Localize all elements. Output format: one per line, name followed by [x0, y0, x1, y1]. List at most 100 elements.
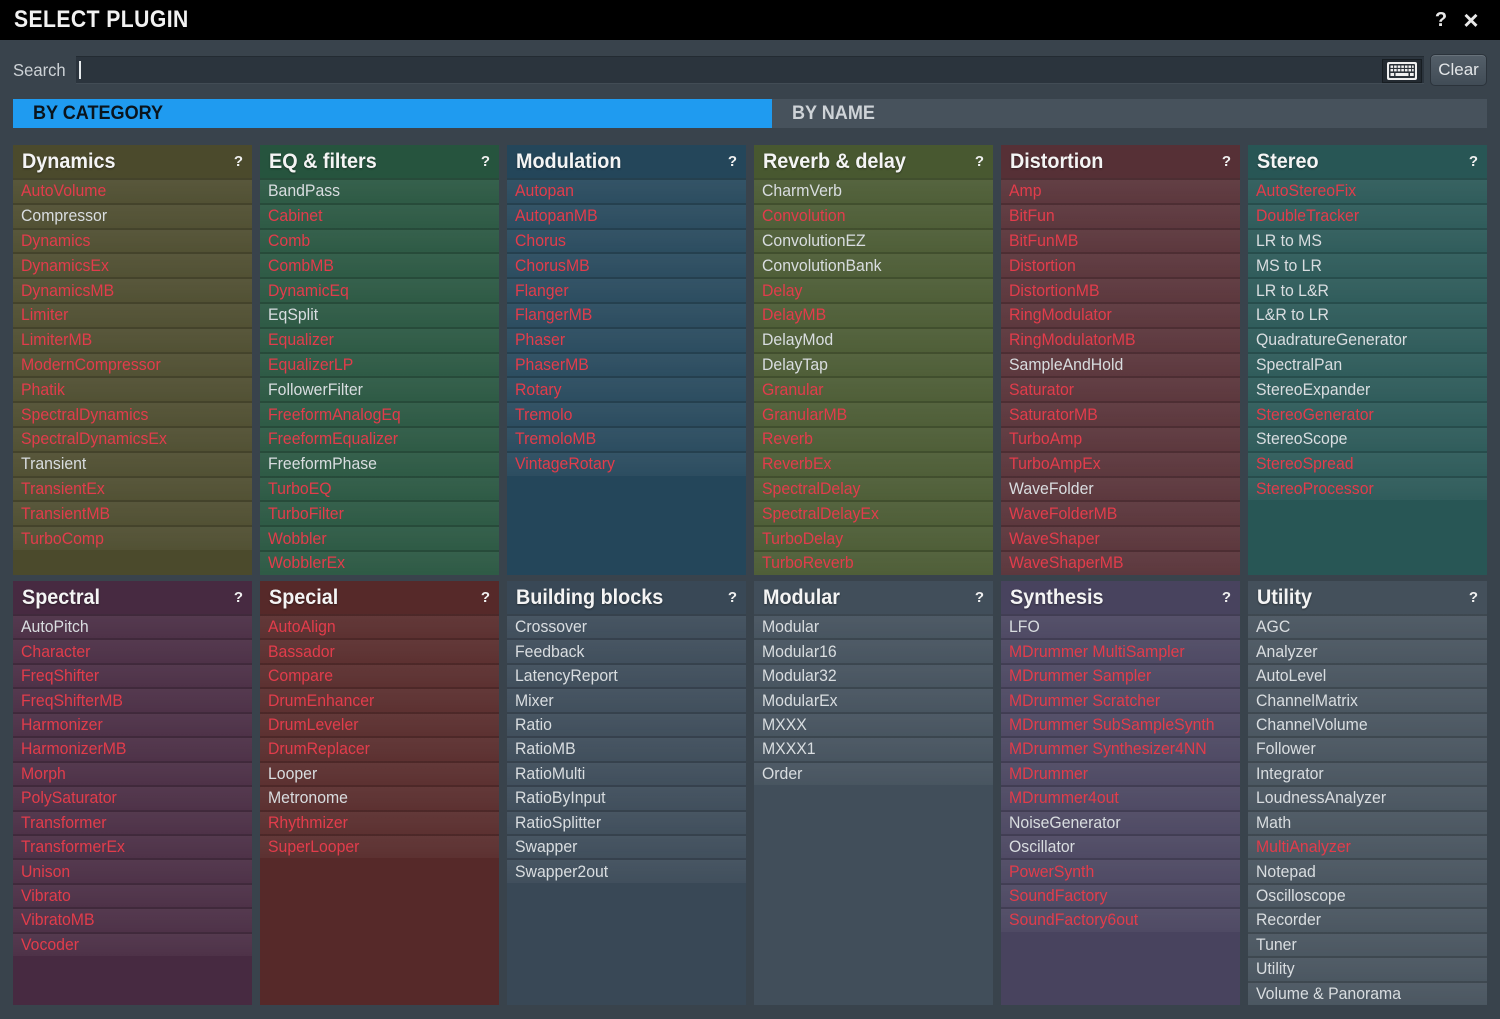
plugin-item[interactable]: Vocoder [13, 932, 252, 956]
help-icon[interactable]: ? [1222, 153, 1231, 170]
plugin-item[interactable]: ConvolutionEZ [754, 228, 993, 253]
plugin-item[interactable]: Integrator [1248, 761, 1487, 785]
help-icon[interactable]: ? [481, 589, 490, 606]
plugin-item[interactable]: DoubleTracker [1248, 203, 1487, 228]
plugin-item[interactable]: MDrummer Synthesizer4NN [1001, 736, 1240, 760]
plugin-item[interactable]: Granular [754, 376, 993, 401]
plugin-item[interactable]: TurboDelay [754, 525, 993, 550]
plugin-item[interactable]: Math [1248, 810, 1487, 834]
plugin-item[interactable]: SuperLooper [260, 834, 499, 858]
plugin-item[interactable]: DelayMB [754, 302, 993, 327]
plugin-item[interactable]: Reverb [754, 426, 993, 451]
plugin-item[interactable]: LFO [1001, 614, 1240, 638]
help-icon[interactable]: ? [1222, 589, 1231, 606]
plugin-item[interactable]: StereoGenerator [1248, 401, 1487, 426]
help-icon[interactable]: ? [234, 153, 243, 170]
plugin-item[interactable]: Feedback [507, 638, 746, 662]
plugin-item[interactable]: Phaser [507, 327, 746, 352]
plugin-item[interactable]: Rhythmizer [260, 810, 499, 834]
plugin-item[interactable]: Modular [754, 614, 993, 638]
help-icon[interactable]: ? [1469, 153, 1478, 170]
plugin-item[interactable]: Utility [1248, 956, 1487, 980]
tab-by-name[interactable]: BY NAME [772, 99, 1487, 128]
plugin-item[interactable]: ModernCompressor [13, 352, 252, 377]
plugin-item[interactable]: EqSplit [260, 302, 499, 327]
plugin-item[interactable]: SaturatorMB [1001, 401, 1240, 426]
plugin-item[interactable]: ChorusMB [507, 252, 746, 277]
plugin-item[interactable]: TurboComp [13, 525, 252, 550]
plugin-item[interactable]: Swapper2out [507, 858, 746, 882]
plugin-item[interactable]: TurboEQ [260, 476, 499, 501]
plugin-item[interactable]: WaveFolderMB [1001, 500, 1240, 525]
plugin-item[interactable]: GranularMB [754, 401, 993, 426]
plugin-item[interactable]: Morph [13, 761, 252, 785]
help-icon[interactable]: ? [1469, 589, 1478, 606]
help-icon[interactable]: ? [481, 153, 490, 170]
search-input[interactable] [76, 56, 1424, 84]
plugin-item[interactable]: Volume & Panorama [1248, 981, 1487, 1005]
plugin-item[interactable]: DynamicEq [260, 277, 499, 302]
plugin-item[interactable]: Transient [13, 451, 252, 476]
plugin-item[interactable]: SpectralDelayEx [754, 500, 993, 525]
plugin-item[interactable]: MXXX1 [754, 736, 993, 760]
plugin-item[interactable]: Modular16 [754, 638, 993, 662]
help-icon[interactable]: ? [975, 589, 984, 606]
plugin-item[interactable]: Transformer [13, 810, 252, 834]
plugin-item[interactable]: ChannelVolume [1248, 712, 1487, 736]
help-icon[interactable]: ? [1426, 5, 1456, 35]
plugin-item[interactable]: Tuner [1248, 932, 1487, 956]
plugin-item[interactable]: AutoAlign [260, 614, 499, 638]
plugin-item[interactable]: DrumEnhancer [260, 687, 499, 711]
plugin-item[interactable]: WaveShaperMB [1001, 550, 1240, 575]
plugin-item[interactable]: DrumLeveler [260, 712, 499, 736]
clear-button[interactable]: Clear [1430, 54, 1487, 86]
plugin-item[interactable]: Swapper [507, 834, 746, 858]
plugin-item[interactable]: ConvolutionBank [754, 252, 993, 277]
plugin-item[interactable]: ChannelMatrix [1248, 687, 1487, 711]
close-icon[interactable]: × [1456, 5, 1486, 35]
plugin-item[interactable]: Recorder [1248, 907, 1487, 931]
plugin-item[interactable]: Oscilloscope [1248, 883, 1487, 907]
plugin-item[interactable]: SoundFactory [1001, 883, 1240, 907]
plugin-item[interactable]: FreeformPhase [260, 451, 499, 476]
plugin-item[interactable]: BitFun [1001, 203, 1240, 228]
plugin-item[interactable]: TransformerEx [13, 834, 252, 858]
plugin-item[interactable]: Analyzer [1248, 638, 1487, 662]
plugin-item[interactable]: DynamicsMB [13, 277, 252, 302]
plugin-item[interactable]: VibratoMB [13, 907, 252, 931]
plugin-item[interactable]: PowerSynth [1001, 858, 1240, 882]
plugin-item[interactable]: NoiseGenerator [1001, 810, 1240, 834]
plugin-item[interactable]: DelayMod [754, 327, 993, 352]
plugin-item[interactable]: Delay [754, 277, 993, 302]
plugin-item[interactable]: FlangerMB [507, 302, 746, 327]
plugin-item[interactable]: DrumReplacer [260, 736, 499, 760]
plugin-item[interactable]: CharmVerb [754, 178, 993, 203]
plugin-item[interactable]: AutoLevel [1248, 663, 1487, 687]
plugin-item[interactable]: LatencyReport [507, 663, 746, 687]
plugin-item[interactable]: WobblerEx [260, 550, 499, 575]
plugin-item[interactable]: Chorus [507, 228, 746, 253]
help-icon[interactable]: ? [975, 153, 984, 170]
plugin-item[interactable]: MDrummer Sampler [1001, 663, 1240, 687]
plugin-item[interactable]: PolySaturator [13, 785, 252, 809]
plugin-item[interactable]: DelayTap [754, 352, 993, 377]
plugin-item[interactable]: Wobbler [260, 525, 499, 550]
plugin-item[interactable]: Character [13, 638, 252, 662]
plugin-item[interactable]: SampleAndHold [1001, 352, 1240, 377]
plugin-item[interactable]: Cabinet [260, 203, 499, 228]
plugin-item[interactable]: LR to MS [1248, 228, 1487, 253]
plugin-item[interactable]: EqualizerLP [260, 352, 499, 377]
plugin-item[interactable]: MDrummer4out [1001, 785, 1240, 809]
plugin-item[interactable]: Autopan [507, 178, 746, 203]
plugin-item[interactable]: FreqShifter [13, 663, 252, 687]
plugin-item[interactable]: ReverbEx [754, 451, 993, 476]
plugin-item[interactable]: TransientMB [13, 500, 252, 525]
plugin-item[interactable]: Tremolo [507, 401, 746, 426]
plugin-item[interactable]: Notepad [1248, 858, 1487, 882]
plugin-item[interactable]: LoudnessAnalyzer [1248, 785, 1487, 809]
plugin-item[interactable]: WaveFolder [1001, 476, 1240, 501]
plugin-item[interactable]: Modular32 [754, 663, 993, 687]
plugin-item[interactable]: Saturator [1001, 376, 1240, 401]
plugin-item[interactable]: SpectralPan [1248, 352, 1487, 377]
plugin-item[interactable]: Convolution [754, 203, 993, 228]
